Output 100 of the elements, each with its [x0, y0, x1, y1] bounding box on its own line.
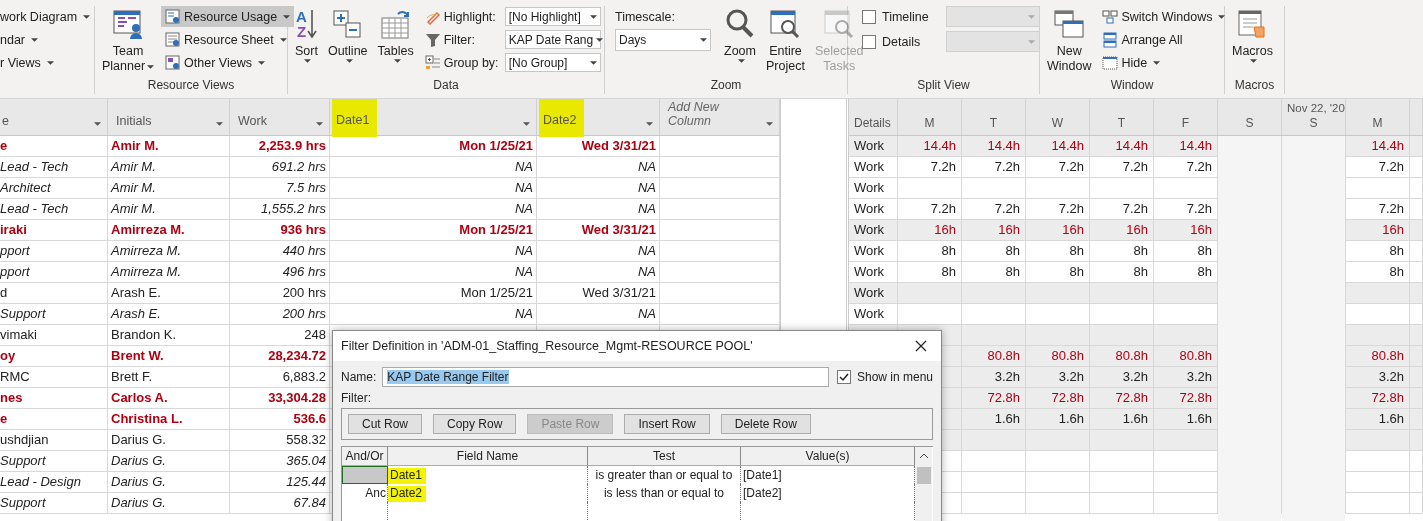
checkbox[interactable] [836, 370, 851, 384]
table-cell: Brett F. [111, 369, 153, 384]
work-value: 80.8h [1371, 348, 1404, 363]
work-value: 80.8h [987, 348, 1020, 363]
table-cell: d [0, 285, 8, 300]
checkbox[interactable] [862, 34, 876, 49]
caret-icon [257, 60, 265, 65]
outline-button[interactable]: Outline [324, 6, 371, 65]
details-label: Work [854, 285, 885, 300]
table-cell: Support [0, 495, 46, 510]
work-value: 14.4h [1051, 138, 1084, 153]
table-cell: oy [0, 348, 16, 363]
row-action-button[interactable]: Insert Row [624, 414, 710, 434]
day-header: S [1309, 116, 1318, 130]
work-value: 14.4h [923, 138, 956, 153]
view-menu-item[interactable]: work Diagram [0, 6, 94, 27]
table-cell: pport [0, 264, 30, 279]
table-cell: Amirreza M. [111, 243, 182, 258]
column-header[interactable]: Work [236, 112, 269, 130]
table-cell: Darius G. [111, 432, 166, 447]
dropdown-field[interactable]: [No Highlight] [504, 7, 601, 26]
scroll-up-icon[interactable] [918, 453, 929, 459]
checkbox[interactable] [862, 9, 876, 24]
work-value: 8h [941, 243, 956, 258]
work-value: 14.4h [987, 138, 1020, 153]
group-icon [424, 54, 441, 71]
switch-button[interactable]: Switch Windows [1098, 6, 1230, 27]
column-header: Value(s) [805, 449, 850, 463]
magnifier-icon [724, 8, 756, 40]
caret-icon[interactable] [523, 122, 530, 126]
table-cell: Support [0, 453, 46, 468]
column-header[interactable]: Date2 [539, 99, 585, 137]
table-cell: NA [637, 180, 656, 195]
dropdown-field[interactable]: [No Group] [504, 53, 601, 72]
table-cell: Amirreza M. [111, 222, 185, 237]
team-planner-button[interactable]: Team Planner [99, 6, 158, 76]
table-cell: 7.5 hrs [286, 180, 326, 195]
work-value: 72.8h [1115, 390, 1148, 405]
stacked-windows-icon [1102, 31, 1119, 48]
caret-icon[interactable] [316, 122, 323, 126]
hide-button[interactable]: Hide [1098, 52, 1230, 73]
work-value: 7.2h [994, 159, 1020, 174]
work-value: 80.8h [1051, 348, 1084, 363]
work-value: 1.6h [1122, 411, 1148, 426]
dropdown-field[interactable] [946, 31, 1040, 52]
checkbox-label: Show in menu [856, 370, 933, 384]
calendar-magnifier-icon [769, 8, 802, 40]
table-cell: Brandon K. [111, 327, 177, 342]
new-window-button[interactable]: New Window [1044, 6, 1095, 76]
scrollbar-thumb[interactable] [916, 467, 931, 484]
table-cell: NA [637, 201, 656, 216]
caret-icon[interactable] [94, 122, 101, 126]
macros-button[interactable]: Macros [1229, 6, 1276, 65]
view-menu-item[interactable]: Resource Usage [161, 6, 295, 27]
tables-button[interactable]: Tables [374, 6, 417, 65]
zoom-button[interactable]: Zoom [721, 6, 759, 65]
caret-icon [1218, 14, 1226, 19]
view-menu-item[interactable]: r Views [0, 52, 94, 73]
caret-icon[interactable] [216, 122, 223, 126]
view-menu-item[interactable]: Other Views [161, 52, 295, 73]
column-header[interactable]: Initials [114, 112, 154, 130]
dropdown-field[interactable] [946, 6, 1040, 27]
table-cell: Darius G. [111, 474, 166, 489]
column-header[interactable]: Add New Column [666, 98, 763, 130]
caret-icon[interactable] [766, 122, 773, 126]
table-cell: e [0, 138, 8, 153]
view-menu-item[interactable]: Resource Sheet [161, 29, 295, 50]
dotted-window-icon [1102, 54, 1119, 71]
caret-icon[interactable] [646, 122, 653, 126]
arrange-button[interactable]: Arrange All [1098, 29, 1230, 50]
entire-button[interactable]: Entire Project [763, 6, 808, 76]
outline-icon [331, 8, 364, 40]
dropdown-field[interactable]: KAP Date Rang [504, 30, 601, 49]
sort-button[interactable]: A Z Sort [292, 6, 321, 65]
sheet-person-icon [165, 31, 182, 48]
table-cell: Wed 3/31/21 [581, 222, 656, 237]
table-cell: NA [514, 180, 533, 195]
row-action-button[interactable]: Copy Row [433, 414, 517, 434]
table-cell: 200 hrs [282, 285, 326, 300]
column-header[interactable]: Date1 [332, 99, 378, 137]
timescale-dropdown[interactable]: Days [615, 29, 711, 51]
table-cell: is greater than or equal to [595, 468, 733, 482]
view-menu-item[interactable]: ndar [0, 29, 94, 50]
table-cell: Christina L. [111, 411, 183, 426]
name-field[interactable]: KAP Date Range Filter [382, 367, 829, 387]
table-cell: 365.04 [286, 453, 326, 468]
caret-icon [1250, 59, 1258, 63]
week-label: Nov 22, '20 [1287, 102, 1345, 114]
table-cell: NA [637, 264, 656, 279]
field-label: Name: [341, 370, 377, 384]
row-action-button[interactable]: Delete Row [720, 414, 811, 434]
caret-icon [393, 59, 401, 63]
work-value: 8h [1197, 243, 1212, 258]
dialog-title: Filter Definition in 'ADM-01_Staffing_Resource_Mgmt-RESOURCE POOL' [341, 339, 753, 353]
column-header[interactable]: e [0, 112, 11, 130]
work-value: 8h [1133, 243, 1148, 258]
and-or-cell[interactable] [342, 466, 388, 484]
table-cell: Amir M. [111, 159, 156, 174]
row-action-button[interactable]: Cut Row [348, 414, 422, 434]
table-cell: Darius G. [111, 495, 166, 510]
